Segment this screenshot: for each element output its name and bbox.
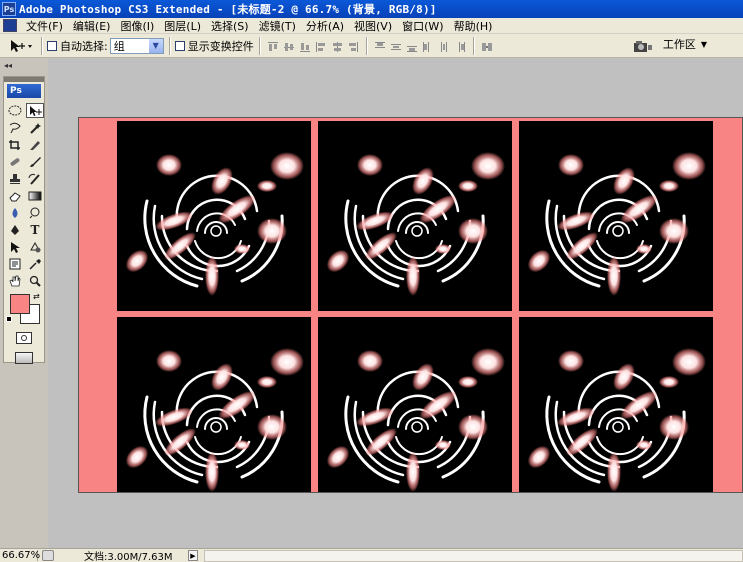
chevron-down-icon[interactable]: ▼	[148, 38, 163, 53]
distribute-vcenter-icon[interactable]	[389, 39, 403, 53]
distribute-bottom-icon[interactable]	[405, 39, 419, 53]
bridge-icon[interactable]	[633, 38, 653, 54]
menu-window[interactable]: 窗口(W)	[397, 18, 448, 34]
distribute-left-icon[interactable]	[421, 39, 435, 53]
toolbox-grip[interactable]	[4, 77, 44, 82]
artwork-tile	[519, 317, 713, 492]
status-bar: 66.67% 文档:3.00M/7.63M ▶	[0, 548, 743, 562]
dodge-tool-icon[interactable]	[26, 205, 44, 220]
checkbox-box[interactable]	[47, 40, 57, 51]
path-selection-icon[interactable]	[6, 239, 24, 254]
move-tool-icon[interactable]	[26, 103, 44, 118]
toolbox-badge: Ps	[7, 84, 41, 98]
checkbox-box[interactable]	[174, 40, 185, 51]
divider	[168, 36, 170, 55]
distribute-top-icon[interactable]	[373, 39, 387, 53]
marquee-tool-icon[interactable]	[6, 103, 24, 118]
menu-help[interactable]: 帮助(H)	[449, 18, 498, 34]
tool-preset-picker[interactable]	[8, 36, 36, 56]
default-colors-icon[interactable]	[6, 316, 12, 322]
photoshop-window: Ps Adobe Photoshop CS3 Extended - [未标题-2…	[0, 0, 743, 562]
zoom-tool-icon[interactable]	[26, 273, 44, 288]
auto-select-label: 自动选择:	[60, 39, 108, 53]
clone-stamp-icon[interactable]	[6, 171, 24, 186]
gradient-tool-icon[interactable]	[26, 188, 44, 203]
canvas-area	[48, 58, 743, 548]
shape-tool-icon[interactable]	[26, 239, 44, 254]
divider	[258, 36, 260, 55]
document-info: 文档:3.00M/7.63M	[84, 552, 173, 562]
divider	[472, 36, 474, 55]
slice-tool-icon[interactable]	[26, 137, 44, 152]
magic-wand-tool-icon[interactable]	[26, 120, 44, 135]
align-right-icon[interactable]	[346, 39, 360, 53]
window-title: Adobe Photoshop CS3 Extended - [未标题-2 @ …	[19, 3, 437, 16]
move-tool-icon	[11, 39, 32, 52]
menu-analysis[interactable]: 分析(A)	[301, 18, 349, 34]
workspace-menu[interactable]: 工作区 ▼	[663, 36, 707, 52]
screen-mode-icon[interactable]	[15, 352, 33, 364]
artwork-tile	[318, 121, 512, 311]
color-swatches: ⇄	[4, 292, 44, 326]
align-vcenter-icon[interactable]	[282, 39, 296, 53]
collapse-arrows-icon[interactable]: ◂◂	[4, 61, 12, 70]
distribute-right-icon[interactable]	[453, 39, 467, 53]
options-bar: 自动选择: 组 ▼ 显示变换控件 工作区 ▼	[0, 34, 743, 58]
eyedropper-tool-icon[interactable]	[26, 256, 44, 271]
menu-image[interactable]: 图像(I)	[115, 18, 159, 34]
history-brush-icon[interactable]	[26, 171, 44, 186]
tool-grid: T	[4, 100, 44, 288]
show-transform-checkbox[interactable]: 显示变换控件	[174, 38, 254, 54]
menu-file[interactable]: 文件(F)	[21, 18, 68, 34]
app-menu-icon[interactable]	[3, 19, 17, 32]
divider	[365, 36, 367, 55]
auto-align-layers-icon[interactable]	[480, 39, 494, 53]
foreground-color-swatch[interactable]	[10, 294, 30, 314]
align-hcenter-icon[interactable]	[330, 39, 344, 53]
notes-tool-icon[interactable]	[6, 256, 24, 271]
toolbox: Ps T ⇄	[3, 76, 45, 364]
document-canvas[interactable]	[78, 117, 743, 493]
align-top-icon[interactable]	[266, 39, 280, 53]
menu-layer[interactable]: 图层(L)	[159, 18, 206, 34]
status-arrow-icon[interactable]: ▶	[188, 550, 198, 561]
artwork-tile	[519, 121, 713, 311]
hand-tool-icon[interactable]	[6, 273, 24, 288]
distribute-hcenter-icon[interactable]	[437, 39, 451, 53]
swap-colors-icon[interactable]: ⇄	[33, 292, 40, 301]
artwork-tile	[318, 317, 512, 492]
title-bar: Ps Adobe Photoshop CS3 Extended - [未标题-2…	[0, 0, 743, 18]
eraser-tool-icon[interactable]	[6, 188, 24, 203]
zoom-level[interactable]: 66.67%	[0, 550, 40, 561]
auto-select-checkbox[interactable]: 自动选择:	[47, 38, 108, 54]
divider	[41, 36, 42, 55]
horizontal-scrollbar[interactable]	[204, 549, 743, 562]
show-transform-label: 显示变换控件	[187, 39, 254, 53]
artwork-tile	[117, 121, 311, 311]
menu-edit[interactable]: 编辑(E)	[68, 18, 116, 34]
blur-tool-icon[interactable]	[6, 205, 24, 220]
chevron-down-icon: ▼	[700, 39, 707, 49]
status-menu-icon[interactable]	[42, 550, 54, 561]
align-left-icon[interactable]	[314, 39, 328, 53]
lasso-tool-icon[interactable]	[6, 120, 24, 135]
menu-select[interactable]: 选择(S)	[206, 18, 254, 34]
menu-view[interactable]: 视图(V)	[349, 18, 397, 34]
align-bottom-icon[interactable]	[298, 39, 312, 53]
crop-tool-icon[interactable]	[6, 137, 24, 152]
menu-bar: 文件(F) 编辑(E) 图像(I) 图层(L) 选择(S) 滤镜(T) 分析(A…	[0, 18, 743, 34]
auto-select-dropdown[interactable]: 组 ▼	[109, 37, 164, 54]
healing-brush-icon[interactable]	[6, 154, 24, 169]
pen-tool-icon[interactable]	[6, 222, 24, 237]
photoshop-logo-icon: Ps	[2, 2, 16, 16]
menu-filter[interactable]: 滤镜(T)	[254, 18, 301, 34]
artwork-tile	[117, 317, 311, 492]
auto-select-value: 组	[113, 39, 125, 53]
brush-tool-icon[interactable]	[26, 154, 44, 169]
type-tool-icon[interactable]: T	[26, 222, 44, 237]
quick-mask-icon[interactable]	[16, 332, 32, 344]
workspace-label: 工作区	[662, 38, 696, 51]
